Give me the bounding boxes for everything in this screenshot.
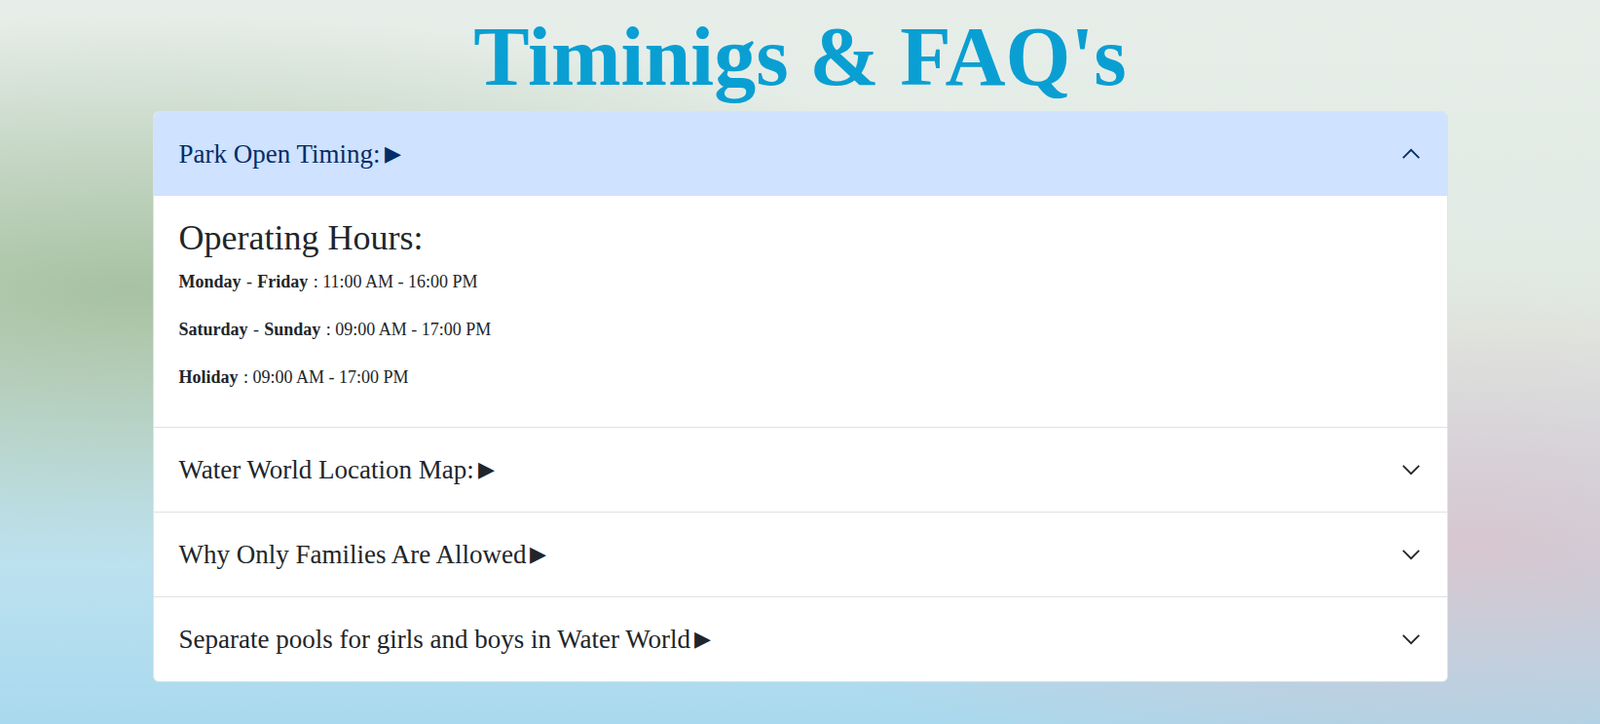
page-title: Timinigs & FAQ's (473, 0, 1127, 112)
accordion-body: Operating Hours:Monday-Friday: 11:00 AM … (153, 195, 1448, 427)
accordion-item: Water World Location Map:▶ (153, 426, 1448, 512)
hours-row: Holiday: 09:00 AM - 17:00 PM (179, 367, 1422, 388)
accordion-title: Separate pools for girls and boys in Wat… (179, 624, 692, 655)
chevron-down-icon (1400, 628, 1422, 650)
accordion-title: Why Only Families Are Allowed (179, 539, 527, 570)
accordion-title: Water World Location Map: (179, 454, 475, 485)
accordion-item: Park Open Timing:▶ Operating Hours: Monday… (153, 111, 1448, 427)
hours-text: - (253, 319, 260, 340)
hours-text: Saturday (179, 319, 249, 340)
content-heading: Operating Hours: (179, 217, 1422, 259)
accordion-title-wrap: Separate pools for girls and boys in Wat… (179, 624, 712, 655)
chevron-down-icon (1400, 543, 1422, 565)
arrow-icon: ▶ (478, 456, 495, 483)
hours-text: : 11:00 AM - 16:00 PM (313, 271, 479, 293)
hours-text: Monday (179, 271, 242, 293)
hours-text: Friday (257, 271, 308, 293)
chevron-down-icon (1400, 458, 1422, 481)
hours-text: Sunday (263, 319, 321, 340)
accordion-header[interactable]: Separate pools for girls and boys in Wat… (153, 596, 1448, 681)
accordion-header[interactable]: Park Open Timing:▶ (153, 111, 1448, 196)
accordion-header[interactable]: Why Only Families Are Allowed▶ (153, 512, 1448, 596)
chevron-up-icon (1400, 143, 1422, 165)
hours-text: Holiday (179, 367, 239, 388)
accordion-title-wrap: Water World Location Map:▶ (179, 454, 495, 485)
accordion-title: Park Open Timing: (179, 139, 381, 170)
accordion-title-wrap: Why Only Families Are Allowed▶ (179, 539, 548, 570)
accordion-item: Separate pools for girls and boys in Wat… (153, 595, 1448, 681)
accordion-title-wrap: Park Open Timing:▶ (179, 139, 402, 170)
hours-text: - (246, 271, 253, 293)
arrow-icon: ▶ (694, 626, 711, 652)
hours-row: Saturday-Sunday: 09:00 AM - 17:00 PM (179, 319, 1422, 340)
arrow-icon: ▶ (529, 541, 547, 567)
hours-text: : 09:00 AM - 17:00 PM (326, 319, 492, 340)
accordion-header[interactable]: Water World Location Map:▶ (153, 427, 1448, 512)
faq-accordion: Park Open Timing:▶Operating Hours:Monday… (152, 111, 1449, 682)
hours-text: : 09:00 AM - 17:00 PM (243, 367, 410, 388)
arrow-icon: ▶ (384, 141, 402, 167)
accordion-item: Why Only Families Are Allowed▶ (153, 511, 1448, 596)
hours-row: Monday-Friday: 11:00 AM - 16:00 PM (179, 271, 1422, 293)
